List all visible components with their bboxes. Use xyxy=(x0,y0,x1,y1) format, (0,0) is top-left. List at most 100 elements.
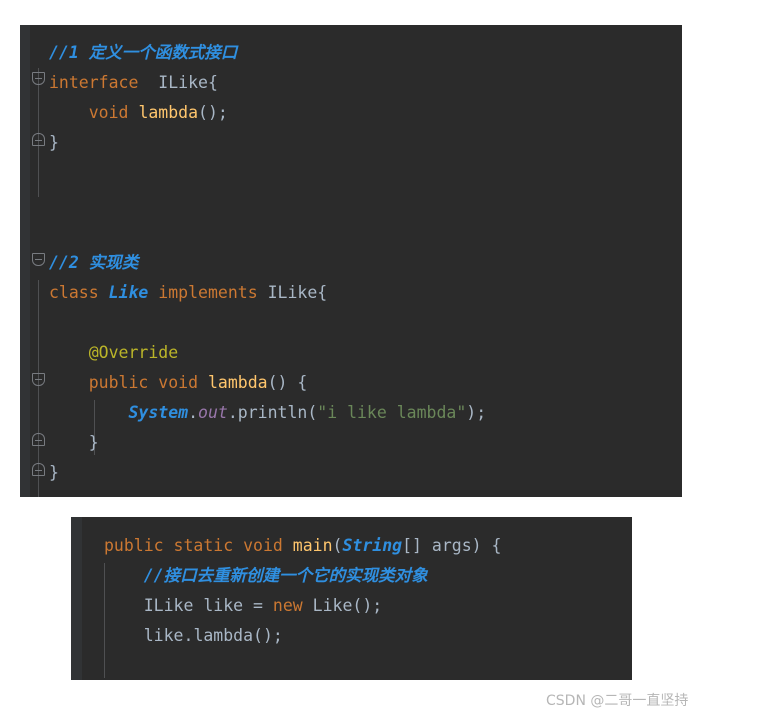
code-token: ILike xyxy=(143,596,194,615)
code-line: //接口去重新创建一个它的实现类对象 xyxy=(104,561,632,591)
code-line: } xyxy=(49,458,682,488)
code-token: { xyxy=(491,536,502,555)
code-token: ( xyxy=(332,536,343,555)
code-token: //接口去重新创建一个它的实现类对象 xyxy=(143,566,428,585)
csdn-watermark: CSDN @二哥一直坚持 xyxy=(546,693,689,709)
code-token: static xyxy=(173,536,234,555)
code-token: () xyxy=(267,373,288,392)
code-token: = xyxy=(243,596,273,615)
code-token: implements xyxy=(158,283,258,302)
code-token: void xyxy=(243,536,283,555)
code-token: String xyxy=(342,536,403,555)
code-token: ( xyxy=(307,403,318,422)
code-token: public xyxy=(88,373,149,392)
code-lines-main[interactable]: public static void main(String[] args) {… xyxy=(71,517,632,651)
code-token: ) xyxy=(471,536,482,555)
code-token: () xyxy=(198,103,218,122)
code-token: ; xyxy=(476,403,487,422)
code-token: "i like lambda" xyxy=(317,403,467,422)
code-token: . xyxy=(188,403,199,422)
code-token: out xyxy=(198,403,228,422)
code-line: interface ILike{ xyxy=(49,68,682,98)
code-token: lambda xyxy=(193,626,254,645)
code-token: lambda xyxy=(207,373,268,392)
code-token: ; xyxy=(217,103,228,122)
code-token: Like xyxy=(108,283,149,302)
code-token: Like xyxy=(312,596,353,615)
code-lines-interface[interactable]: //1 定义一个函数式接口 interface ILike{ void lambd… xyxy=(20,25,682,488)
code-token: void xyxy=(158,373,199,392)
code-token: ILike xyxy=(267,283,318,302)
code-token: @Override xyxy=(88,343,179,362)
code-line: System.out.println("i like lambda"); xyxy=(49,398,682,428)
code-line: } xyxy=(49,428,682,458)
code-token: () xyxy=(352,596,373,615)
code-token: { xyxy=(207,73,218,92)
code-token: { xyxy=(317,283,328,302)
code-line: //1 定义一个函数式接口 xyxy=(49,38,682,68)
code-token: println xyxy=(237,403,308,422)
code-token: ) xyxy=(466,403,477,422)
code-line: class Like implements ILike{ xyxy=(49,278,682,308)
code-token: ILike xyxy=(158,73,208,92)
code-block-interface: //1 定义一个函数式接口 interface ILike{ void lambd… xyxy=(20,25,682,497)
code-token: lambda xyxy=(138,103,199,122)
code-token: public xyxy=(104,536,164,555)
code-token: () xyxy=(253,626,273,645)
code-token: //2 实现类 xyxy=(49,253,139,272)
code-token: { xyxy=(297,373,308,392)
code-line: } xyxy=(49,128,682,158)
code-token: void xyxy=(88,103,129,122)
code-line: public void lambda() { xyxy=(49,368,682,398)
code-token: ; xyxy=(272,626,283,645)
code-token: } xyxy=(49,133,59,152)
code-token: class xyxy=(49,283,99,302)
code-block-main: public static void main(String[] args) {… xyxy=(71,517,632,680)
code-token: //1 定义一个函数式接口 xyxy=(49,43,238,62)
code-token: like xyxy=(203,596,244,615)
code-token: ; xyxy=(372,596,383,615)
code-line: ILike like = new Like(); xyxy=(104,591,632,621)
code-line: @Override xyxy=(49,338,682,368)
code-line: void lambda(); xyxy=(49,98,682,128)
code-token: interface xyxy=(49,73,139,92)
code-token: main xyxy=(292,536,333,555)
code-token: like xyxy=(143,626,184,645)
code-token: new xyxy=(272,596,303,615)
code-token: args xyxy=(431,536,472,555)
code-token: } xyxy=(88,433,99,452)
code-token: } xyxy=(49,463,59,482)
code-line: like.lambda(); xyxy=(104,621,632,651)
code-token: . xyxy=(227,403,238,422)
code-token: . xyxy=(183,626,194,645)
code-line: //2 实现类 xyxy=(49,248,682,278)
code-token: [] xyxy=(402,536,432,555)
code-token: System xyxy=(128,403,189,422)
code-line: public static void main(String[] args) { xyxy=(104,531,632,561)
